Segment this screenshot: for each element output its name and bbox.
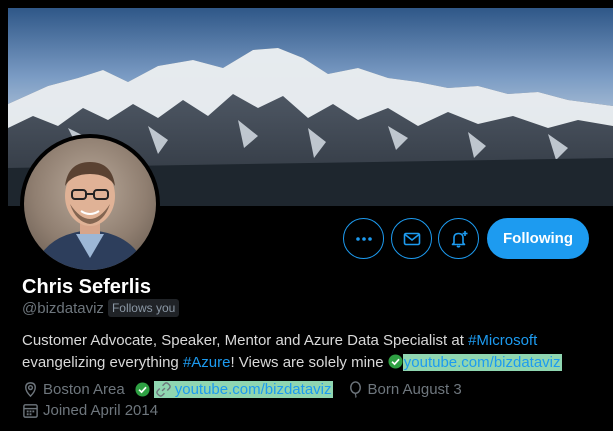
profile-page: Following Chris Seferlis @bizdataviz Fol… (0, 0, 613, 431)
meta-born: Born August 3 (347, 381, 462, 398)
following-button[interactable]: Following (487, 218, 589, 259)
bio-youtube-link[interactable]: youtube.com/bizdataviz (402, 354, 562, 371)
check-circle-icon (135, 382, 150, 397)
balloon-icon (349, 381, 361, 398)
born-text: Born August 3 (367, 381, 462, 398)
link-icon (155, 382, 171, 397)
message-button[interactable] (391, 218, 432, 259)
more-button[interactable] (343, 218, 384, 259)
handle-row: @bizdataviz Follows you (22, 299, 180, 317)
joined-text: Joined April 2014 (43, 402, 159, 419)
profile-meta-row: Boston Area youtube.com/bizdataviz Born … (22, 381, 462, 398)
mail-icon (403, 232, 420, 245)
location-text: Boston Area (43, 381, 125, 398)
meta-website: youtube.com/bizdataviz (135, 381, 333, 398)
location-pin-icon (25, 382, 36, 398)
website-link[interactable]: youtube.com/bizdataviz (153, 381, 333, 398)
website-text: youtube.com/bizdataviz (174, 381, 332, 398)
profile-name: Chris Seferlis (22, 276, 151, 298)
following-label: Following (503, 230, 573, 247)
more-icon (355, 236, 372, 241)
notifications-button[interactable] (438, 218, 479, 259)
hashtag-microsoft[interactable]: #Microsoft (468, 332, 537, 349)
bio-text-2: evangelizing everything (22, 354, 183, 371)
profile-bio: Customer Advocate, Speaker, Mentor and A… (22, 330, 592, 374)
profile-meta-row-joined: Joined April 2014 (22, 402, 158, 419)
follows-you-badge: Follows you (107, 299, 180, 317)
profile-avatar[interactable] (20, 134, 160, 274)
meta-joined: Joined April 2014 (22, 402, 158, 419)
calendar-icon (23, 404, 38, 418)
profile-handle: @bizdataviz (22, 299, 104, 317)
bio-text-1: Customer Advocate, Speaker, Mentor and A… (22, 332, 469, 349)
meta-location: Boston Area (22, 381, 125, 398)
check-circle-icon (388, 354, 403, 369)
bell-plus-icon (451, 230, 467, 248)
bio-text-3: ! Views are solely mine (230, 354, 388, 371)
hashtag-azure[interactable]: #Azure (183, 354, 231, 371)
avatar-photo (24, 138, 156, 270)
